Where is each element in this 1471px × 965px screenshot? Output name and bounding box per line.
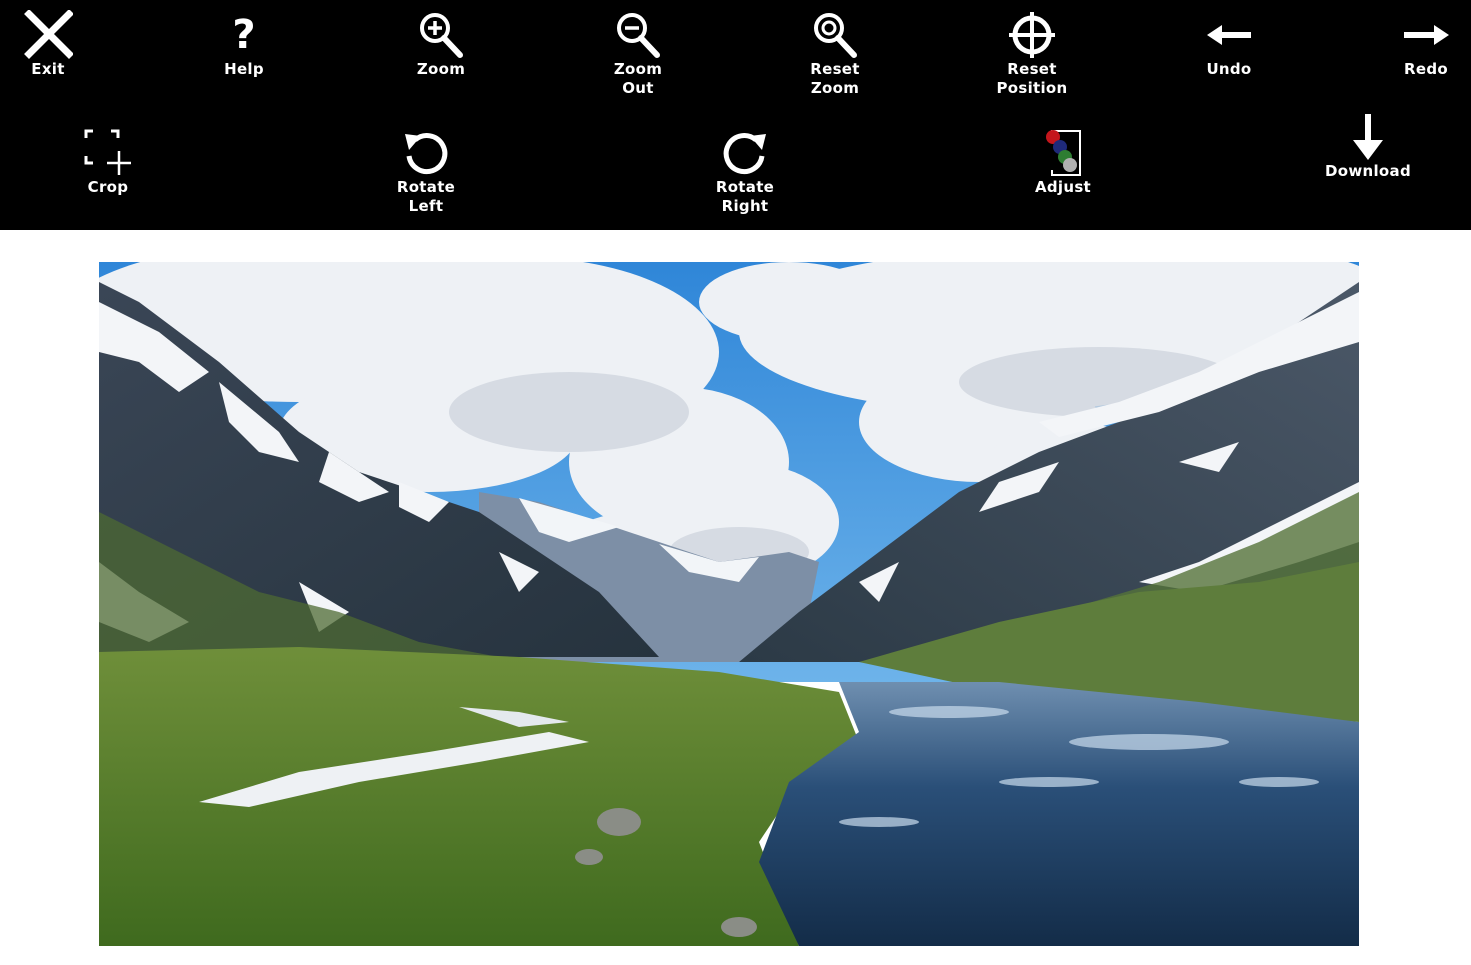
question-icon: ? [232,12,255,58]
close-icon [24,10,73,59]
color-adjust-icon [1046,130,1081,176]
redo-button[interactable]: Redo [1371,10,1471,79]
download-label: Download [1325,162,1411,180]
reset-position-label-2: Position [996,79,1068,97]
rotate-left-button[interactable]: Rotate Left [371,128,481,216]
svg-text:?: ? [232,12,255,58]
rotate-right-label-2: Right [721,197,769,215]
help-label: Help [224,60,264,78]
reset-zoom-button[interactable]: Reset Zoom [780,10,890,98]
zoom-out-icon [617,13,660,58]
rotate-right-icon [723,133,766,175]
crosshair-icon [1009,12,1055,58]
rotate-left-icon [405,133,448,175]
undo-label: Undo [1206,60,1252,78]
redo-label: Redo [1404,60,1448,78]
editor-toolbar: Exit ? Help Zoom Zoom Out Reset Zoom Res… [0,0,1471,230]
photo-canvas[interactable] [99,262,1359,946]
download-button[interactable]: Download [1313,112,1423,181]
undo-button[interactable]: Undo [1174,10,1284,79]
arrow-down-icon [1353,114,1383,160]
landscape-photo [99,262,1359,946]
reset-zoom-label-2: Zoom [810,79,860,97]
zoom-out-button[interactable]: Zoom Out [583,10,693,98]
crop-button[interactable]: Crop [53,128,163,197]
crop-icon [84,129,131,175]
arrow-left-icon [1207,25,1251,45]
zoom-out-label-1: Zoom [613,60,663,78]
rotate-left-label-2: Left [408,197,444,215]
zoom-in-button[interactable]: Zoom [386,10,496,79]
reset-zoom-icon [814,13,857,58]
rotate-right-label-1: Rotate [715,178,775,196]
crop-label: Crop [87,178,129,196]
arrow-right-icon [1404,25,1449,45]
exit-button[interactable]: Exit [0,10,103,79]
help-button[interactable]: ? Help [189,10,299,79]
reset-position-label-1: Reset [1007,60,1057,78]
exit-label: Exit [31,60,65,78]
reset-position-button[interactable]: Reset Position [977,10,1087,98]
adjust-button[interactable]: Adjust [1008,128,1118,197]
zoom-out-label-2: Out [622,79,654,97]
rotate-left-label-1: Rotate [396,178,456,196]
zoom-label: Zoom [416,60,466,78]
adjust-label: Adjust [1034,178,1092,196]
rotate-right-button[interactable]: Rotate Right [690,128,800,216]
zoom-in-icon [420,13,463,58]
reset-zoom-label-1: Reset [810,60,860,78]
